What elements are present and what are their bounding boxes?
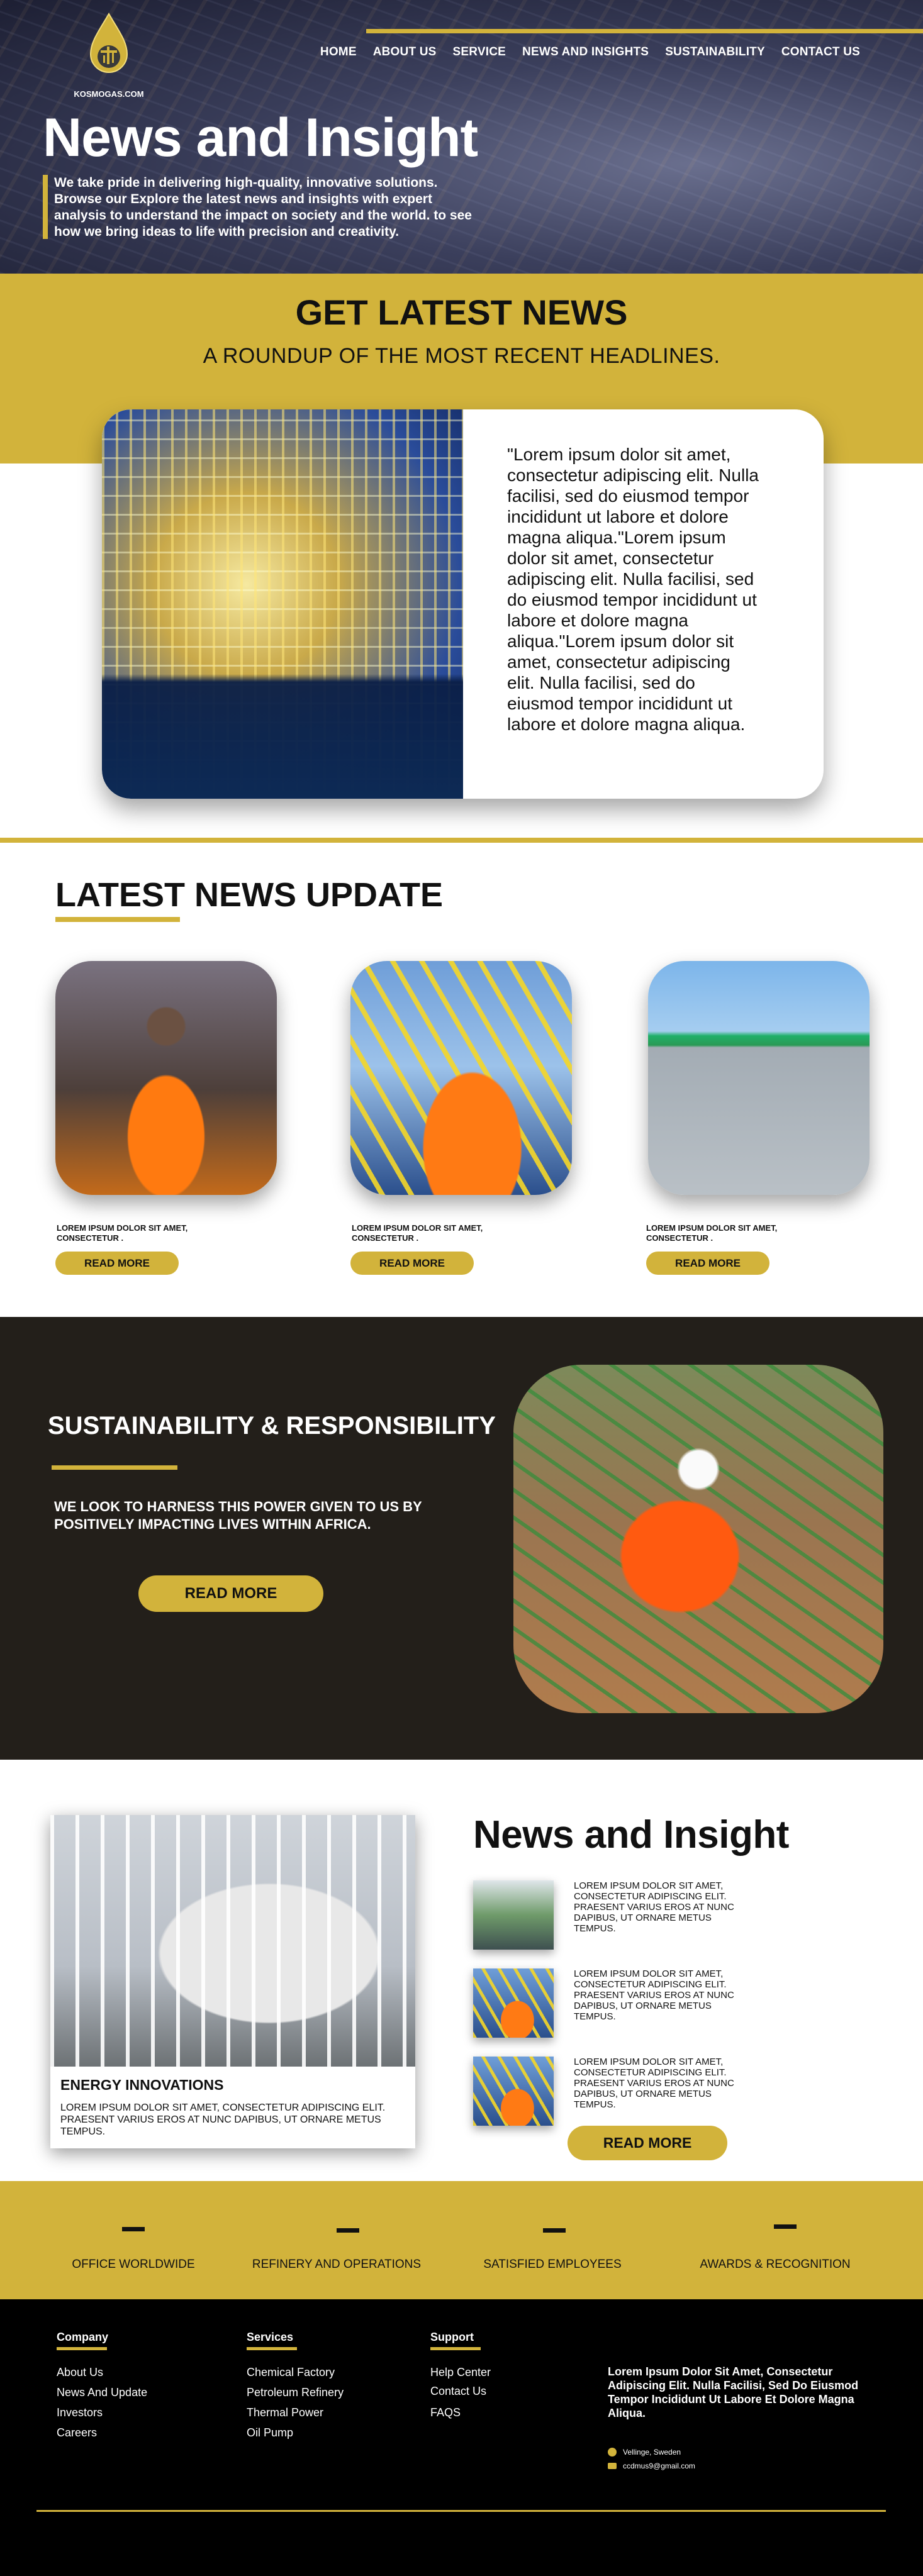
- footer-link-chemical-factory[interactable]: Chemical Factory: [247, 2366, 335, 2379]
- footer-email[interactable]: ccdmus9@gmail.com: [608, 2462, 695, 2470]
- insight-thumb-3[interactable]: [473, 2057, 554, 2126]
- footer-link-news[interactable]: News And Update: [57, 2386, 147, 2399]
- hero-description: We take pride in delivering high-quality…: [54, 175, 472, 239]
- news-card-read-more-1[interactable]: READ MORE: [55, 1252, 179, 1275]
- footer-location: Vellinge, Sweden: [608, 2448, 681, 2457]
- tree-planting-image: [513, 1365, 883, 1713]
- footer-link-faqs[interactable]: FAQS: [430, 2406, 461, 2419]
- footer-link-petroleum-refinery[interactable]: Petroleum Refinery: [247, 2386, 344, 2399]
- news-card-caption-2: LOREM IPSUM DOLOR SIT AMET, CONSECTETUR …: [352, 1223, 483, 1243]
- sustainability-read-more-button[interactable]: READ MORE: [138, 1575, 323, 1612]
- hero-accent-line: [366, 29, 923, 33]
- footer-services-underline: [247, 2347, 297, 2350]
- stat-label-refinery: REFINERY AND OPERATIONS: [252, 2258, 422, 2271]
- footer-link-contact-us[interactable]: Contact Us: [430, 2385, 486, 2398]
- nav-home[interactable]: HOME: [320, 45, 357, 59]
- logo[interactable]: KOSMOGAS.COM: [74, 11, 144, 106]
- energy-innovations-title: ENERGY INNOVATIONS: [60, 2077, 224, 2093]
- sustainability-underline: [52, 1465, 177, 1470]
- footer-services-heading: Services: [247, 2331, 294, 2343]
- footer-company-underline: [57, 2347, 107, 2350]
- news-card-image-3[interactable]: [648, 961, 870, 1195]
- refinery-tank-image: [50, 1815, 415, 2067]
- nav-about-us[interactable]: ABOUT US: [373, 45, 437, 59]
- sustainability-title: SUSTAINABILITY & RESPONSIBILITY: [48, 1412, 496, 1440]
- stat-value-dash-2: [337, 2228, 359, 2233]
- insight-read-more-button[interactable]: READ MORE: [568, 2126, 727, 2160]
- insight-item-text-2: LOREM IPSUM DOLOR SIT AMET, CONSECTETUR …: [574, 1968, 734, 2022]
- location-pin-icon: [608, 2448, 617, 2457]
- insight-thumb-1[interactable]: [473, 1880, 554, 1950]
- stat-label-employees: SATISFIED EMPLOYEES: [483, 2258, 622, 2271]
- nav-news-and-insights[interactable]: NEWS AND INSIGHTS: [522, 45, 649, 59]
- footer-support-underline: [430, 2347, 481, 2350]
- sustainability-text: WE LOOK TO HARNESS THIS POWER GIVEN TO U…: [54, 1499, 422, 1532]
- mail-icon: [608, 2463, 617, 2469]
- energy-innovations-text: LOREM IPSUM DOLOR SIT AMET, CONSECTETUR …: [60, 2102, 386, 2137]
- stat-value-dash-4: [774, 2224, 797, 2229]
- insight-item-text-1: LOREM IPSUM DOLOR SIT AMET, CONSECTETUR …: [574, 1880, 734, 1934]
- logo-text: KOSMOGAS.COM: [74, 89, 144, 99]
- offshore-platform-image: [102, 409, 463, 799]
- stat-value-dash-3: [543, 2228, 566, 2233]
- footer-link-careers[interactable]: Careers: [57, 2426, 97, 2440]
- stat-value-dash-1: [122, 2227, 145, 2231]
- news-update-title: LATEST NEWS UPDATE: [55, 876, 443, 914]
- footer-location-text: Vellinge, Sweden: [623, 2448, 681, 2457]
- footer-divider: [36, 2510, 886, 2512]
- stat-label-awards: AWARDS & RECOGNITION: [700, 2258, 851, 2271]
- news-card-caption-1: LOREM IPSUM DOLOR SIT AMET, CONSECTETUR …: [57, 1223, 188, 1243]
- feature-news-text: "Lorem ipsum dolor sit amet, consectetur…: [507, 445, 759, 734]
- footer-link-help-center[interactable]: Help Center: [430, 2366, 491, 2379]
- stats-band: [0, 2181, 923, 2299]
- footer-link-investors[interactable]: Investors: [57, 2406, 103, 2419]
- insight-item-text-3: LOREM IPSUM DOLOR SIT AMET, CONSECTETUR …: [574, 2057, 734, 2110]
- nav-sustainability[interactable]: SUSTAINABILITY: [665, 45, 765, 59]
- news-card-read-more-3[interactable]: READ MORE: [646, 1252, 769, 1275]
- footer-support-heading: Support: [430, 2331, 474, 2343]
- news-card-caption-3: LOREM IPSUM DOLOR SIT AMET, CONSECTETUR …: [646, 1223, 778, 1243]
- footer-link-thermal-power[interactable]: Thermal Power: [247, 2406, 323, 2419]
- insight-thumb-2[interactable]: [473, 1968, 554, 2038]
- hero-title: News and Insight: [43, 108, 478, 168]
- nav-service[interactable]: SERVICE: [453, 45, 506, 59]
- news-update-underline: [55, 917, 180, 922]
- energy-innovations-card[interactable]: ENERGY INNOVATIONS LOREM IPSUM DOLOR SIT…: [50, 1815, 415, 2148]
- latest-news-title: GET LATEST NEWS: [295, 292, 628, 332]
- footer-link-oil-pump[interactable]: Oil Pump: [247, 2426, 293, 2440]
- hero-quote-bar: [43, 175, 48, 239]
- insight-title: News and Insight: [473, 1813, 789, 1857]
- stat-label-offices: OFFICE WORLDWIDE: [72, 2258, 195, 2271]
- footer-about-text: Lorem Ipsum Dolor Sit Amet, Consectetur …: [608, 2365, 859, 2419]
- news-card-image-1[interactable]: [55, 961, 277, 1195]
- news-card-image-2[interactable]: [350, 961, 572, 1195]
- main-nav: HOME ABOUT US SERVICE NEWS AND INSIGHTS …: [320, 45, 860, 59]
- latest-news-subtitle: A ROUNDUP OF THE MOST RECENT HEADLINES.: [203, 344, 720, 368]
- footer-email-text[interactable]: ccdmus9@gmail.com: [623, 2462, 695, 2470]
- footer-company-heading: Company: [57, 2331, 109, 2343]
- footer-link-about-us[interactable]: About Us: [57, 2366, 103, 2379]
- section-divider: [0, 838, 923, 843]
- nav-contact-us[interactable]: CONTACT US: [781, 45, 860, 59]
- news-card-read-more-2[interactable]: READ MORE: [350, 1252, 474, 1275]
